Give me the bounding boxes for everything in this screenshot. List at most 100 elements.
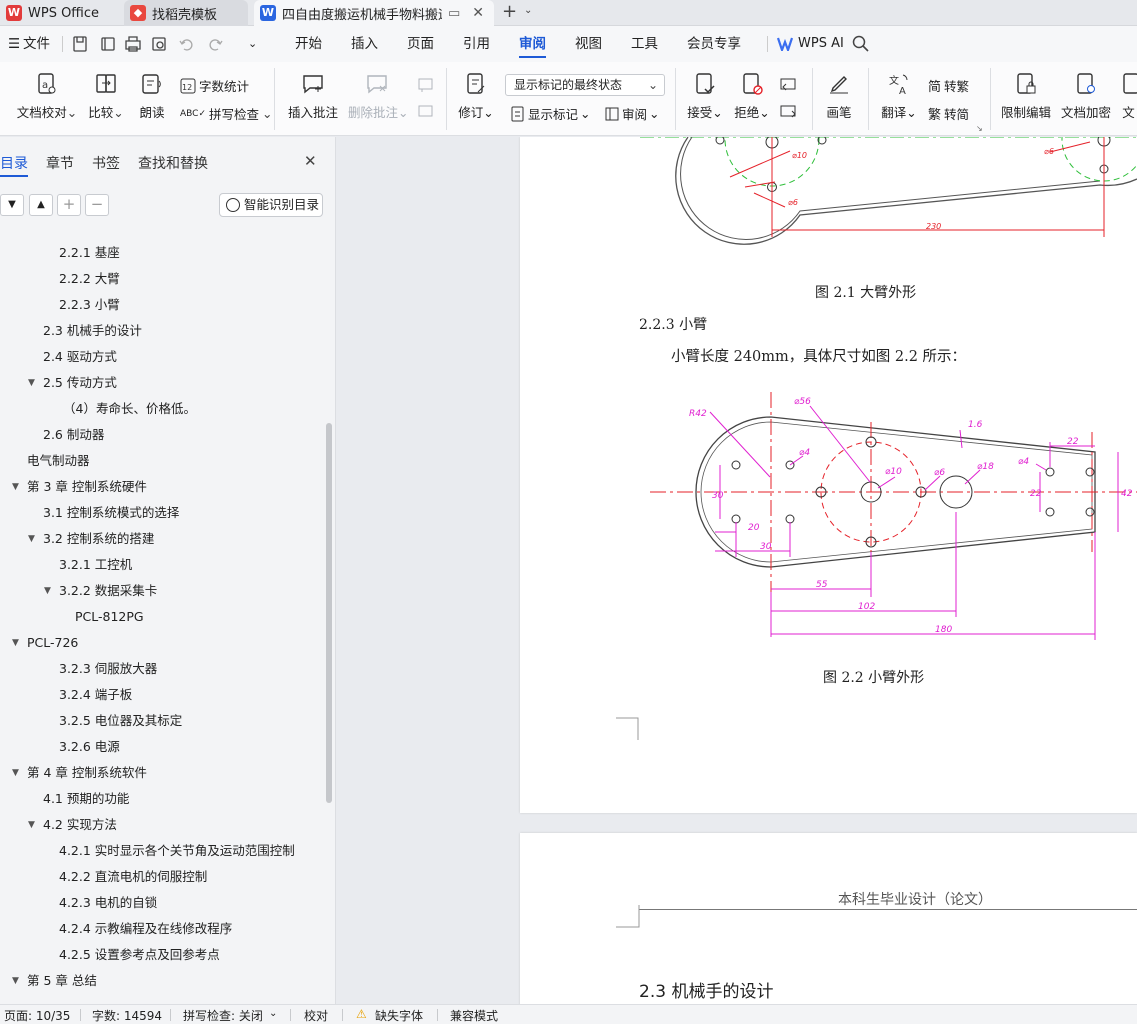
toc-item[interactable]: 3.2.6 电源 — [0, 734, 320, 760]
accept-button[interactable]: 接受⌄ — [686, 72, 724, 121]
expand-toggle-icon[interactable]: ▼ — [28, 526, 35, 552]
toc-item[interactable]: 4.2.4 示教编程及在线修改程序 — [0, 916, 320, 942]
nav-tab-sections[interactable]: 章节 — [46, 153, 74, 173]
expand-toggle-icon[interactable]: ▼ — [12, 968, 19, 994]
expand-toggle-icon[interactable]: ▼ — [12, 760, 19, 786]
translate-button[interactable]: 文A 翻译⌄ — [880, 72, 918, 121]
restrict-edit-button[interactable]: 限制编辑 — [1000, 72, 1052, 121]
expand-up-button[interactable]: ▲ — [29, 194, 53, 216]
track-changes-button[interactable]: 修订⌄ — [456, 72, 496, 121]
word-count-button[interactable]: 12 字数统计 — [180, 76, 249, 95]
toc-item[interactable]: 2.4 驱动方式 — [0, 344, 320, 370]
hamburger-icon[interactable]: ☰ — [8, 26, 20, 62]
spell-check-button[interactable]: ABC✓ 拼写检查 ⌄ — [180, 104, 273, 123]
toc-item[interactable]: 2.2.1 基座 — [0, 240, 320, 266]
toc-item[interactable]: PCL-812PG — [0, 604, 320, 630]
svg-text:12: 12 — [182, 83, 192, 92]
tab-document[interactable]: W 四自由度搬运机械手物料搬运 ▭ ✕ — [254, 0, 494, 26]
toc-item[interactable]: 2.2.2 大臂 — [0, 266, 320, 292]
close-tab-icon[interactable]: ✕ — [472, 5, 484, 21]
toc-item[interactable]: 3.1 控制系统模式的选择 — [0, 500, 320, 526]
compat-mode-status: 兼容模式 — [450, 1009, 499, 1023]
toc-item[interactable]: ▼ 第 5 章 总结 — [0, 968, 320, 994]
expand-toggle-icon[interactable]: ▼ — [12, 474, 19, 500]
monitor-icon[interactable]: ▭ — [448, 6, 460, 21]
menu-tab-insert[interactable]: 插入 — [351, 26, 378, 62]
toc-item[interactable]: 4.2.2 直流电机的伺服控制 — [0, 864, 320, 890]
menu-tab-view[interactable]: 视图 — [575, 26, 602, 62]
toc-item[interactable]: 3.2.3 伺服放大器 — [0, 656, 320, 682]
wps-ai-button[interactable]: WPS AI — [798, 26, 844, 62]
review-pane-button[interactable]: 审阅 ⌄ — [605, 104, 660, 123]
toc-item[interactable]: ▼ 第 3 章 控制系统硬件 — [0, 474, 320, 500]
doc-more-button[interactable]: 文 — [1120, 72, 1137, 121]
expand-toggle-icon[interactable]: ▼ — [28, 812, 35, 838]
smart-toc-button[interactable]: 智能识别目录 — [219, 193, 323, 217]
toc-item[interactable]: （4）寿命长、价格低。 — [0, 396, 320, 422]
menu-tab-page[interactable]: 页面 — [407, 26, 434, 62]
toc-item[interactable]: 电气制动器 — [0, 448, 320, 474]
menu-tab-home[interactable]: 开始 — [295, 26, 322, 62]
encrypt-button[interactable]: 文档加密 — [1060, 72, 1112, 121]
toc-item[interactable]: 2.6 制动器 — [0, 422, 320, 448]
expand-toggle-icon[interactable]: ▼ — [12, 630, 19, 656]
close-pane-icon[interactable]: ✕ — [304, 152, 317, 170]
toc-item[interactable]: 3.2.4 端子板 — [0, 682, 320, 708]
toc-item[interactable]: 2.2.3 小臂 — [0, 292, 320, 318]
menu-tab-review[interactable]: 审阅 — [519, 26, 546, 62]
more-chevron-icon[interactable]: ⌄ — [248, 26, 257, 62]
toc-item[interactable]: ▼ 第 4 章 控制系统软件 — [0, 760, 320, 786]
toc-item[interactable]: 4.2.1 实时显示各个关节角及运动范围控制 — [0, 838, 320, 864]
toc-scrollbar[interactable] — [326, 423, 332, 803]
promote-level-button[interactable]: + — [57, 194, 81, 216]
toc-item[interactable]: 2.3 机械手的设计 — [0, 318, 320, 344]
missing-font-status[interactable]: 缺失字体 — [375, 1007, 423, 1024]
to-simplified-button[interactable]: 繁 转简 — [928, 104, 969, 123]
file-menu[interactable]: 文件 — [23, 26, 50, 62]
insert-comment-button[interactable]: 插入批注 — [288, 72, 338, 121]
menu-tab-references[interactable]: 引用 — [463, 26, 490, 62]
pen-button[interactable]: 画笔 — [824, 72, 854, 121]
new-tab-button[interactable]: + — [502, 1, 517, 22]
tab-wps-office[interactable]: W WPS Office — [0, 0, 118, 26]
show-markup-button[interactable]: 显示标记 ⌄ — [511, 104, 591, 123]
toc-item-label: 4.2.5 设置参考点及回参考点 — [59, 947, 220, 962]
toc-item[interactable]: ▼ PCL-726 — [0, 630, 320, 656]
chevron-down-icon[interactable]: ⌄ — [269, 1008, 277, 1019]
toc-item[interactable]: ▼ 3.2 控制系统的搭建 — [0, 526, 320, 552]
toc-item[interactable]: ▼ 2.5 传动方式 — [0, 370, 320, 396]
nav-tab-toc[interactable]: 目录 — [0, 153, 28, 173]
delete-comment-button[interactable]: 删除批注⌄ — [348, 72, 409, 121]
toc-item[interactable]: 4.1 预期的功能 — [0, 786, 320, 812]
doc-proof-button[interactable]: a 文档校对⌄ — [16, 72, 78, 121]
read-aloud-button[interactable]: 朗读 — [137, 72, 167, 121]
to-traditional-button[interactable]: 简 转繁 — [928, 76, 969, 95]
toc-item[interactable]: ▼ 3.2.2 数据采集卡 — [0, 578, 320, 604]
chevron-down-icon[interactable]: ⌄ — [524, 5, 532, 16]
collapse-all-button[interactable]: ▼ — [0, 194, 24, 216]
nav-tab-bookmarks[interactable]: 书签 — [92, 153, 120, 173]
search-icon[interactable] — [852, 35, 870, 56]
toc-item[interactable]: ▼ 4.2 实现方法 — [0, 812, 320, 838]
word-count-status[interactable]: 字数: 14594 — [92, 1007, 162, 1024]
toc-item[interactable]: 4.2.5 设置参考点及回参考点 — [0, 942, 320, 968]
proofread-status[interactable]: 校对 — [304, 1007, 328, 1024]
toc-item[interactable]: 4.2.3 电机的自锁 — [0, 890, 320, 916]
group-expand-icon[interactable]: ↘ — [976, 124, 983, 133]
expand-toggle-icon[interactable]: ▼ — [28, 370, 35, 396]
spell-check-status[interactable]: 拼写检查: 关闭 — [183, 1007, 263, 1024]
menu-tab-tools[interactable]: 工具 — [631, 26, 658, 62]
toc-item[interactable]: 3.2.1 工控机 — [0, 552, 320, 578]
menu-tab-member[interactable]: 会员专享 — [687, 26, 741, 62]
figure-2-2-drawing: R42 ⌀56 ⌀4 ⌀10 ⌀6 ⌀18 ⌀4 1.6 22 30 22 42… — [650, 392, 1137, 640]
compare-button[interactable]: 比较⌄ — [86, 72, 126, 121]
markup-mode-select[interactable]: 显示标记的最终状态 ⌄ — [505, 74, 665, 96]
page-indicator[interactable]: 页面: 10/35 — [4, 1007, 70, 1024]
document-page-10: ⌀10 ⌀6 ⌀6 230 图 2.1 大臂外形 2.2.3 小臂 小臂长度 2… — [520, 137, 1137, 813]
tab-template[interactable]: ◆ 找稻壳模板 — [124, 0, 248, 26]
reject-button[interactable]: 拒绝⌄ — [733, 72, 771, 121]
nav-tab-find-replace[interactable]: 查找和替换 — [138, 153, 208, 173]
toc-item[interactable]: 3.2.5 电位器及其标定 — [0, 708, 320, 734]
expand-toggle-icon[interactable]: ▼ — [44, 578, 51, 604]
demote-level-button[interactable]: − — [85, 194, 109, 216]
